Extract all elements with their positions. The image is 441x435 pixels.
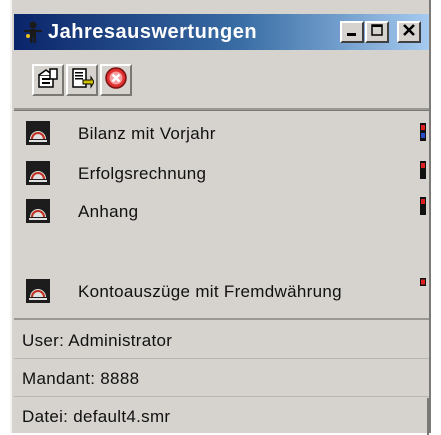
traffic-light-icon: [420, 123, 426, 146]
report-item-bilanz[interactable]: Bilanz mit Vorjahr: [14, 117, 429, 151]
file-text: Datei: default4.smr: [22, 407, 171, 426]
report-label: Kontoauszüge mit Fremdwährung: [78, 282, 342, 301]
maximize-button[interactable]: [365, 21, 389, 43]
info-panel: User: Administrator Mandant: 8888 Datei:…: [14, 318, 429, 435]
user-row: User: Administrator: [14, 322, 429, 359]
traffic-light-icon: [420, 161, 426, 184]
report-gauge-icon: [26, 199, 50, 223]
minimize-button[interactable]: [340, 21, 364, 43]
file-row: Datei: default4.smr: [14, 398, 429, 435]
close-button[interactable]: [397, 21, 421, 43]
properties-icon: [36, 66, 60, 95]
window-title: Jahresauswertungen: [48, 21, 258, 43]
maximize-icon: [370, 23, 384, 42]
report-item-kontoauszuege[interactable]: Kontoauszüge mit Fremdwährung: [14, 275, 429, 309]
report-gauge-icon: [26, 121, 50, 145]
close-icon: [402, 23, 416, 42]
report-window: Jahresauswertungen Bilanz mit Vorjahr Er…: [10, 0, 431, 435]
minimize-icon: [345, 23, 359, 42]
app-person-icon: [22, 20, 44, 44]
traffic-light-icon: [420, 197, 426, 220]
properties-button[interactable]: [32, 64, 64, 96]
report-item-anhang[interactable]: Anhang: [14, 195, 429, 229]
report-label: Bilanz mit Vorjahr: [78, 124, 216, 143]
title-bar[interactable]: Jahresauswertungen: [14, 14, 429, 50]
mandant-text: Mandant: 8888: [22, 369, 140, 388]
report-gauge-icon: [26, 279, 50, 303]
export-icon: [70, 66, 95, 95]
stop-button[interactable]: [100, 64, 132, 96]
report-item-erfolgsrechnung[interactable]: Erfolgsrechnung: [14, 157, 429, 191]
status-indicator-icon: [420, 273, 426, 291]
report-label: Anhang: [78, 202, 139, 221]
report-list: Bilanz mit Vorjahr Erfolgsrechnung Anhan…: [14, 110, 429, 317]
report-label: Erfolgsrechnung: [78, 164, 207, 183]
report-gauge-icon: [26, 161, 50, 185]
user-text: User: Administrator: [22, 331, 173, 350]
export-button[interactable]: [66, 64, 98, 96]
toolbar: [14, 50, 429, 110]
mandant-row: Mandant: 8888: [14, 360, 429, 397]
stop-icon: [104, 66, 128, 95]
